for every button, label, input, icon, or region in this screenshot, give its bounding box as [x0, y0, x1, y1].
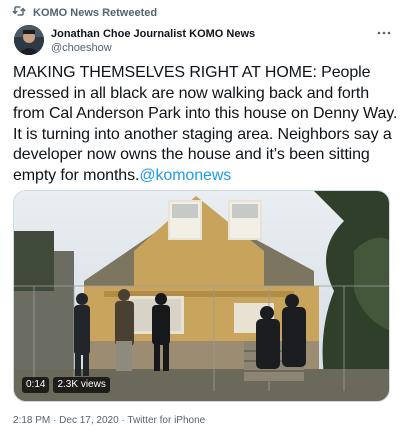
avatar[interactable]	[14, 25, 44, 55]
mention-link[interactable]: @komonews	[139, 167, 231, 184]
tweet-date[interactable]: Dec 17, 2020	[59, 415, 119, 426]
tweet-source[interactable]: Twitter for iPhone	[127, 415, 205, 426]
tweet-meta: 2:18 PM · Dec 17, 2020 · Twitter for iPh…	[13, 415, 205, 426]
video-badges: 0:14 2.3K views	[22, 377, 110, 393]
more-options-button[interactable]	[372, 22, 396, 40]
meta-separator: ·	[121, 415, 125, 426]
retweet-header[interactable]: KOMO News Retweeted	[12, 5, 157, 21]
video-thumbnail	[14, 191, 389, 401]
retweet-icon	[12, 4, 26, 22]
video-player[interactable]: 0:14 2.3K views	[13, 190, 390, 402]
meta-separator: ·	[53, 415, 57, 426]
more-options-icon	[377, 22, 391, 40]
author-name[interactable]: Jonathan Choe Journalist KOMO News	[51, 28, 255, 40]
tweet-text: MAKING THEMSELVES RIGHT AT HOME: People …	[13, 63, 403, 186]
video-duration: 0:14	[22, 377, 50, 393]
author-handle[interactable]: @choeshow	[51, 42, 112, 54]
retweet-label: KOMO News Retweeted	[33, 7, 158, 19]
video-views: 2.3K views	[53, 377, 110, 393]
tweet-time[interactable]: 2:18 PM	[13, 415, 50, 426]
